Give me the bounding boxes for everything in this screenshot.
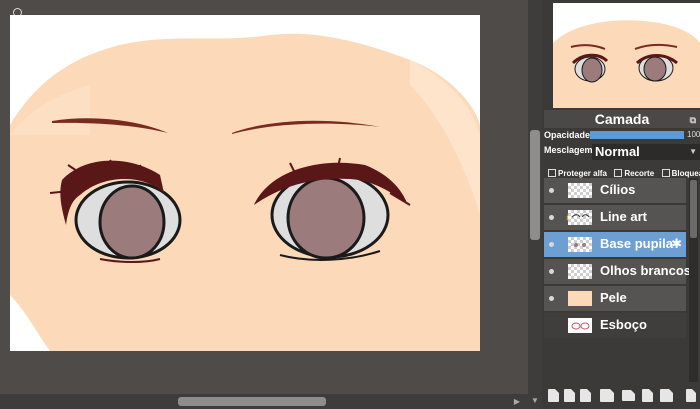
- navigator-thumbnail: [553, 20, 700, 108]
- canvas-artwork: [10, 33, 480, 351]
- left-pupil: [98, 184, 166, 260]
- scroll-down-icon[interactable]: ▼: [531, 397, 539, 405]
- canvas-vertical-scrollbar[interactable]: ▼: [528, 0, 542, 409]
- canvas-horizontal-scrollbar[interactable]: ▶: [0, 394, 528, 409]
- layer-name: Base pupila: [600, 236, 673, 251]
- sketch-thumb-svg: [571, 322, 590, 330]
- scroll-right-icon[interactable]: ▶: [514, 397, 520, 406]
- layer-item-line-art[interactable]: 🔒 Line art: [544, 205, 686, 231]
- visibility-eye-icon[interactable]: [549, 188, 554, 193]
- chevron-down-icon: ▼: [689, 147, 697, 156]
- layer-list-scrollbar[interactable]: [689, 178, 698, 382]
- protect-alpha-label: Proteger alfa: [558, 168, 607, 178]
- visibility-eye-icon[interactable]: [549, 296, 554, 301]
- layer-panel-title: Camada: [594, 111, 650, 127]
- opacity-row: Opacidade 100: [544, 128, 700, 142]
- layer-thumbnail: [568, 318, 592, 333]
- visibility-eye-icon[interactable]: [549, 215, 554, 220]
- new-layer-icon[interactable]: [564, 389, 575, 402]
- new-layer-icon[interactable]: [548, 389, 559, 402]
- layer-item-esboco[interactable]: Esboço: [544, 313, 686, 339]
- duplicate-icon[interactable]: [642, 389, 653, 402]
- layer-thumbnail: [568, 183, 592, 198]
- vertical-scroll-thumb[interactable]: [530, 130, 540, 240]
- layer-item-pele[interactable]: Pele: [544, 286, 686, 312]
- layer-name: Pele: [600, 290, 627, 305]
- layer-panel-header: Camada ⧉: [544, 110, 700, 128]
- right-pupil: [286, 176, 366, 260]
- line-art-thumb-svg: [571, 214, 590, 218]
- lock-checkbox[interactable]: Bloquear: [661, 168, 700, 178]
- layer-list: Cílios 🔒 Line art Base pupila ✱ Olhos br…: [544, 178, 691, 382]
- checkbox-icon: [548, 169, 556, 177]
- layer-options: Proteger alfa Recorte Bloquear: [548, 164, 700, 178]
- opacity-label: Opacidade: [544, 130, 591, 140]
- opacity-slider-fill: [590, 131, 684, 139]
- layer-name: Cílios: [600, 182, 636, 197]
- clipping-label: Recorte: [624, 168, 655, 178]
- clipping-checkbox[interactable]: Recorte: [614, 169, 654, 178]
- gear-icon[interactable]: ✱: [671, 236, 682, 252]
- layer-thumbnail: [568, 291, 592, 306]
- pupil-thumb-svg: [574, 243, 586, 247]
- layer-toolbar: [544, 386, 700, 406]
- layer-name: Olhos brancos: [600, 263, 692, 278]
- visibility-eye-icon[interactable]: [549, 242, 554, 247]
- layer-name: Line art: [600, 209, 647, 224]
- layer-list-scroll-thumb[interactable]: [690, 180, 697, 238]
- right-panel: Camada ⧉ Opacidade 100 Mesclagem Normal …: [542, 0, 700, 409]
- opacity-value: 100: [687, 130, 700, 139]
- panel-detach-icon[interactable]: ⧉: [690, 111, 696, 129]
- copy-layer-icon[interactable]: [580, 389, 591, 402]
- blend-mode-value: Normal: [595, 144, 640, 159]
- layer-thumbnail: [568, 237, 592, 252]
- folder-icon[interactable]: [622, 390, 635, 401]
- layer-name: Esboço: [600, 317, 647, 332]
- delete-icon[interactable]: [686, 389, 696, 402]
- add-special-layer-icon[interactable]: [600, 389, 614, 402]
- visibility-eye-icon[interactable]: [549, 269, 554, 274]
- checkbox-icon: [661, 169, 670, 177]
- drawing-canvas[interactable]: [10, 15, 480, 351]
- blend-label: Mesclagem: [544, 145, 593, 155]
- canvas-workspace[interactable]: [0, 0, 528, 409]
- layer-item-olhos-brancos[interactable]: Olhos brancos: [544, 259, 691, 285]
- lock-label: Bloquear: [671, 168, 700, 178]
- layer-item-cilios[interactable]: Cílios: [544, 178, 686, 204]
- checkbox-icon: [614, 169, 623, 177]
- horizontal-scroll-thumb[interactable]: [178, 397, 326, 406]
- navigator-preview[interactable]: [553, 3, 700, 108]
- opacity-slider[interactable]: [590, 131, 684, 139]
- protect-alpha-checkbox[interactable]: Proteger alfa: [548, 169, 607, 178]
- merge-down-icon[interactable]: [660, 389, 673, 402]
- layer-thumbnail: [568, 264, 592, 279]
- layer-item-base-pupila[interactable]: Base pupila ✱: [544, 232, 686, 258]
- blend-mode-select[interactable]: Normal ▼: [592, 144, 700, 160]
- layer-thumbnail: [568, 210, 592, 225]
- blend-row: Mesclagem Normal ▼: [544, 143, 700, 161]
